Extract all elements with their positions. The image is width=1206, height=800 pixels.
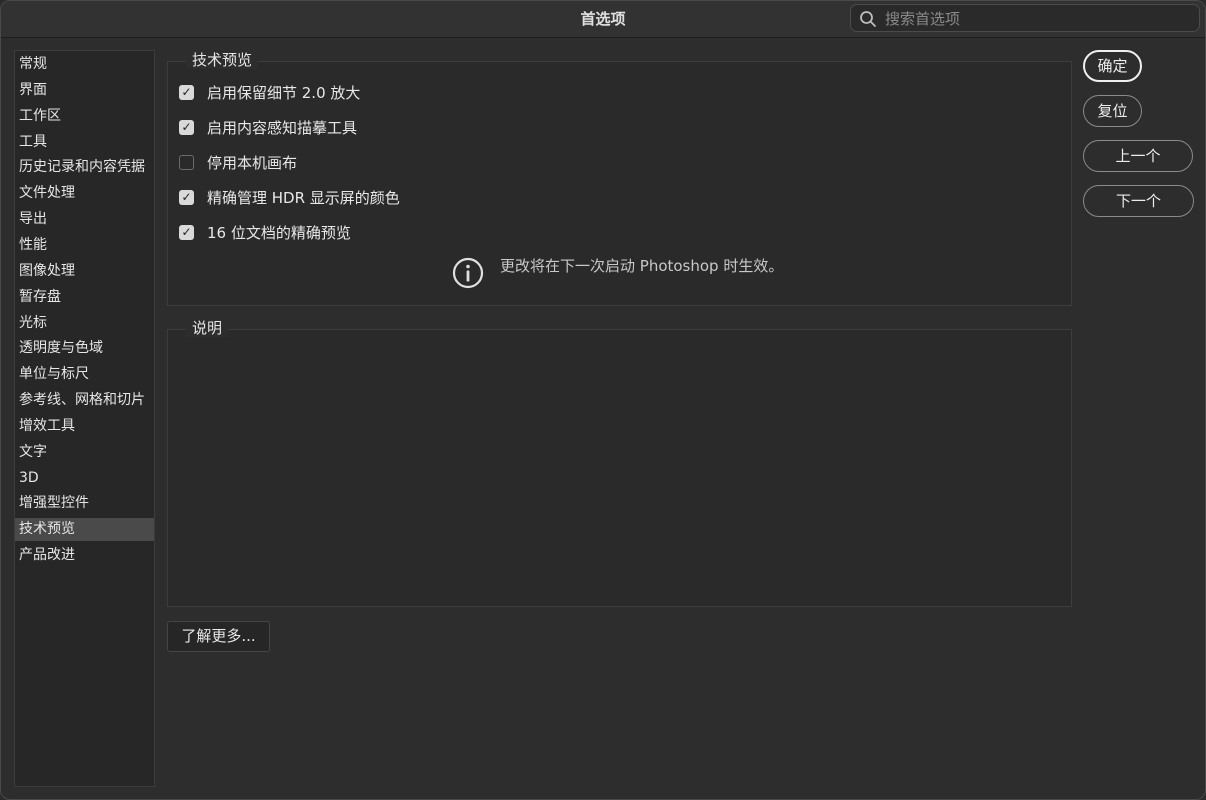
next-button[interactable]: 下一个 [1083, 185, 1194, 217]
search-box[interactable] [850, 4, 1200, 32]
search-input[interactable] [883, 7, 1187, 31]
sidebar-item[interactable]: 文件处理 [15, 182, 154, 205]
sidebar-item[interactable]: 图像处理 [15, 260, 154, 283]
sidebar-item[interactable]: 工具 [15, 131, 154, 154]
sidebar-item[interactable]: 性能 [15, 234, 154, 257]
sidebar-item[interactable]: 参考线、网格和切片 [15, 389, 154, 412]
preferences-window: 首选项 常规界面工作区工具历史记录和内容凭据文件处理导出性能图像处理暂存盘光标透… [0, 0, 1206, 800]
reset-button[interactable]: 复位 [1083, 95, 1142, 127]
option-label: 启用保留细节 2.0 放大 [207, 83, 361, 102]
ok-button[interactable]: 确定 [1083, 50, 1142, 82]
option-checkbox[interactable]: ✓ [179, 84, 194, 100]
sidebar-item[interactable]: 单位与标尺 [15, 363, 154, 386]
info-icon [452, 257, 484, 289]
search-icon [860, 11, 876, 27]
sidebar-item[interactable]: 导出 [15, 208, 154, 231]
option-row[interactable]: ✓ 16 位文档的精确预览 [179, 221, 351, 243]
option-label: 16 位文档的精确预览 [207, 223, 351, 242]
option-label: 启用内容感知描摹工具 [207, 118, 358, 137]
option-checkbox[interactable]: ✓ [179, 224, 194, 240]
option-label: 精确管理 HDR 显示屏的颜色 [207, 188, 400, 207]
restart-notice: 更改将在下一次启动 Photoshop 时生效。 [500, 257, 784, 275]
option-row[interactable]: ✓ 启用内容感知描摹工具 [179, 116, 357, 138]
option-checkbox[interactable] [179, 154, 194, 170]
sidebar-item[interactable]: 历史记录和内容凭据 [15, 156, 154, 179]
sidebar-item[interactable]: 增效工具 [15, 415, 154, 438]
sidebar-item[interactable]: 界面 [15, 79, 154, 102]
sidebar-item[interactable]: 3D [15, 467, 154, 490]
sidebar-item[interactable]: 技术预览 [15, 518, 154, 542]
sidebar-item[interactable]: 暂存盘 [15, 286, 154, 309]
option-row[interactable]: 停用本机画布 [179, 151, 297, 173]
option-checkbox[interactable]: ✓ [179, 189, 194, 205]
option-label: 停用本机画布 [207, 153, 298, 172]
preferences-sidebar: 常规界面工作区工具 历史记录和内容凭据 文件处理导出性能图像处理暂存盘光标 透明度与色… [14, 50, 155, 787]
sidebar-item[interactable]: 增强型控件 [15, 492, 154, 515]
title-bar: 首选项 [1, 1, 1205, 38]
option-row[interactable]: ✓ 精确管理 HDR 显示屏的颜色 [179, 186, 400, 208]
sidebar-item[interactable]: 透明度与色域 [15, 337, 154, 360]
option-row[interactable]: ✓ 启用保留细节 2.0 放大 [179, 81, 360, 103]
sidebar-item[interactable]: 产品改进 [15, 544, 154, 567]
description-group-title: 说明 [186, 319, 229, 337]
description-group [167, 329, 1072, 607]
tech-preview-group-title: 技术预览 [186, 51, 259, 69]
learn-more-button[interactable]: 了解更多... [167, 621, 270, 652]
sidebar-item[interactable]: 工作区 [15, 105, 154, 128]
sidebar-item[interactable]: 光标 [15, 312, 154, 335]
option-checkbox[interactable]: ✓ [179, 119, 194, 135]
previous-button[interactable]: 上一个 [1083, 140, 1193, 172]
sidebar-item[interactable]: 常规 [15, 53, 154, 76]
sidebar-item[interactable]: 文字 [15, 441, 154, 464]
